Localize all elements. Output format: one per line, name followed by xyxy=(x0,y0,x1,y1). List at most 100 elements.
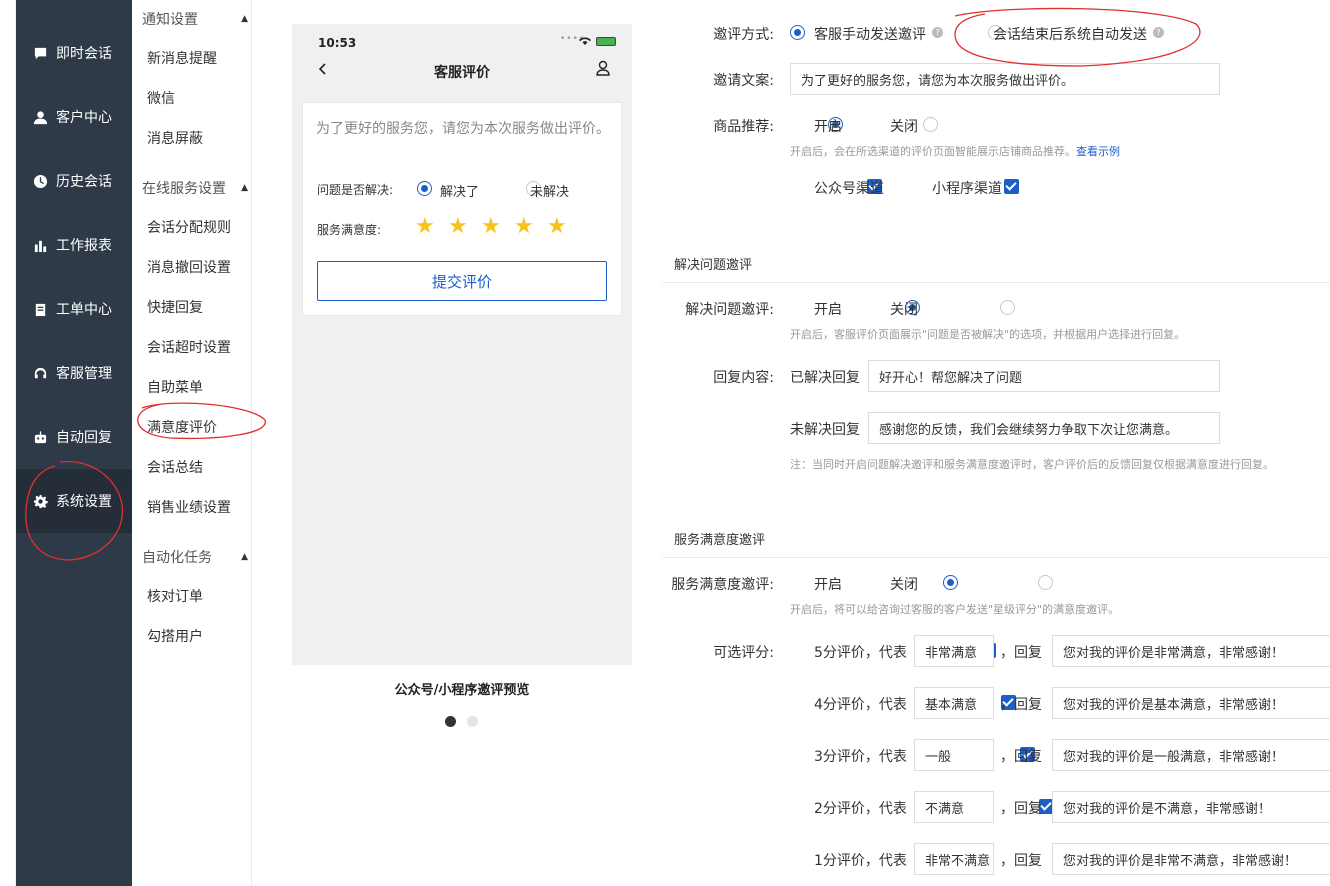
preview-caption: 公众号/小程序邀评预览 xyxy=(394,683,530,698)
score-5-name-input[interactable]: 非常满意 xyxy=(914,635,994,667)
score-1-prefix: 1分评价，代表 xyxy=(814,853,907,869)
star-icon[interactable]: ★ xyxy=(547,214,567,239)
sidebar-item-customers[interactable]: 客户中心 xyxy=(16,85,132,149)
star-icon[interactable]: ★ xyxy=(415,214,435,239)
subnav-item[interactable]: 微信 xyxy=(147,88,175,108)
robot-icon xyxy=(32,429,48,445)
preview-title: 客服评价 xyxy=(434,65,490,81)
subnav-item[interactable]: 会话分配规则 xyxy=(147,217,231,237)
sidebar-item-label: 即时会话 xyxy=(56,46,112,62)
sidebar-item-label: 系统设置 xyxy=(56,494,112,510)
score-4-prefix: 4分评价，代表 xyxy=(814,697,907,713)
chat-icon xyxy=(32,45,48,61)
wifi-icon xyxy=(579,37,591,45)
subnav-item[interactable]: 会话超时设置 xyxy=(147,337,231,357)
headset-icon xyxy=(32,365,48,381)
subnav-item[interactable]: 会话总结 xyxy=(147,457,203,477)
subnav-item[interactable]: 快捷回复 xyxy=(147,297,203,317)
carousel-dot[interactable] xyxy=(467,716,478,727)
sidebar-item-label: 工单中心 xyxy=(56,302,112,318)
score-5-reply-input[interactable]: 您对我的评价是非常满意，非常感谢！ xyxy=(1052,635,1330,667)
section-title-resolve: 解决问题邀评 xyxy=(674,258,753,273)
auto-invite-option: 会话结束后系统自动发送 xyxy=(993,27,1147,43)
sidebar-item-agents[interactable]: 客服管理 xyxy=(16,341,132,405)
profile-icon[interactable] xyxy=(595,59,611,77)
carousel-dot-active[interactable] xyxy=(445,716,456,727)
resolve-invite-label: 解决问题邀评: xyxy=(685,302,774,318)
left-edge-strip xyxy=(0,0,16,886)
sidebar-item-label: 历史会话 xyxy=(56,174,112,190)
preview-invite-text: 为了更好的服务您，请您为本次服务做出评价。 xyxy=(316,121,610,137)
sidebar-item-chat[interactable]: 即时会话 xyxy=(16,21,132,85)
score-1-reply-input[interactable]: 您对我的评价是非常不满意，非常感谢！ xyxy=(1052,843,1330,875)
resolve-hint: 开启后，客服评价页面展示"问题是否被解决"的选项，并根据用户选择进行回复。 xyxy=(790,328,1186,341)
satisfaction-hint: 开启后，将可以给咨询过客服的客户发送"星级评分"的满意度邀评。 xyxy=(790,603,1120,616)
score-3-prefix: 3分评价，代表 xyxy=(814,749,907,765)
satisfaction-off-radio[interactable] xyxy=(1038,575,1054,590)
subnav-group-notify[interactable]: 通知设置 ▲ xyxy=(142,9,248,29)
phone-nav-bar: 客服评价 xyxy=(292,54,632,88)
submit-rating-button[interactable]: 提交评价 xyxy=(317,261,607,301)
group-title: 在线服务设置 xyxy=(142,181,226,197)
invite-method-label: 邀评方式: xyxy=(713,27,774,43)
resolve-off-radio[interactable] xyxy=(999,300,1015,315)
phone-status-bar: 10:53 •••• xyxy=(292,24,632,54)
score-3-reply-input[interactable]: 您对我的评价是一般满意，非常感谢！ xyxy=(1052,739,1330,771)
reply-content-label: 回复内容: xyxy=(713,370,774,386)
reply-connector: ，回复 xyxy=(1000,749,1042,765)
score-4-name-input[interactable]: 基本满意 xyxy=(914,687,994,719)
reply-connector: ，回复 xyxy=(1000,697,1042,713)
help-icon[interactable]: ? xyxy=(1153,27,1164,38)
satisfaction-on-radio[interactable] xyxy=(943,575,959,590)
resolved-reply-input[interactable]: 好开心！帮您解决了问题 xyxy=(868,360,1220,392)
sidebar-item-label: 客户中心 xyxy=(56,110,112,126)
subnav-group-online[interactable]: 在线服务设置 ▲ xyxy=(142,178,248,198)
view-example-link[interactable]: 查看示例 xyxy=(1076,145,1120,158)
resolved-question: 问题是否解决: xyxy=(317,183,394,197)
invite-text-input[interactable]: 为了更好的服务您，请您为本次服务做出评价。 xyxy=(790,63,1220,95)
reply-connector: ，回复 xyxy=(1000,645,1042,661)
subnav-item[interactable]: 销售业绩设置 xyxy=(147,497,231,517)
rating-card: 为了更好的服务您，请您为本次服务做出评价。 问题是否解决: 解决了 未解决 服务… xyxy=(302,102,622,316)
unresolved-reply-input[interactable]: 感谢您的反馈，我们会继续努力争取下次让您满意。 xyxy=(868,412,1220,444)
off-label: 关闭 xyxy=(890,119,918,135)
section-title-satisfaction: 服务满意度邀评 xyxy=(674,533,766,548)
divider xyxy=(662,557,1330,558)
satisfaction-question: 服务满意度: xyxy=(317,223,382,237)
product-rec-off-radio[interactable] xyxy=(923,117,939,132)
sidebar-item-history[interactable]: 历史会话 xyxy=(16,149,132,213)
subnav-item[interactable]: 自助菜单 xyxy=(147,377,203,397)
subnav-item[interactable]: 消息撤回设置 xyxy=(147,257,231,277)
sidebar-item-auto-reply[interactable]: 自动回复 xyxy=(16,405,132,469)
score-2-reply-input[interactable]: 您对我的评价是不满意，非常感谢！ xyxy=(1052,791,1330,823)
star-icon[interactable]: ★ xyxy=(514,214,534,239)
group-title: 自动化任务 xyxy=(142,550,212,566)
resolved-option: 解决了 xyxy=(440,185,480,200)
off-label: 关闭 xyxy=(890,577,918,593)
resolved-radio[interactable] xyxy=(417,181,432,196)
score-1-name-input[interactable]: 非常不满意 xyxy=(914,843,994,875)
score-4-reply-input[interactable]: 您对我的评价是基本满意，非常感谢！ xyxy=(1052,687,1330,719)
subnav-item[interactable]: 勾搭用户 xyxy=(147,626,203,646)
subnav-item[interactable]: 消息屏蔽 xyxy=(147,128,203,148)
clipboard-icon xyxy=(32,301,48,317)
subnav-item-satisfaction-active[interactable]: 满意度评价 xyxy=(147,417,217,437)
on-label: 开启 xyxy=(814,577,842,593)
subnav-item[interactable]: 核对订单 xyxy=(147,586,203,606)
score-3-name-input[interactable]: 一般 xyxy=(914,739,994,771)
product-rec-hint: 开启后，会在所选渠道的评价页面智能展示店铺商品推荐。查看示例 xyxy=(790,145,1120,158)
star-icon[interactable]: ★ xyxy=(481,214,501,239)
sidebar-item-settings[interactable]: 系统设置 xyxy=(16,469,132,533)
sidebar-item-reports[interactable]: 工作报表 xyxy=(16,213,132,277)
off-label: 关闭 xyxy=(890,302,918,318)
subnav-item[interactable]: 新消息提醒 xyxy=(147,48,217,68)
channel-official-label: 公众号渠道 xyxy=(814,181,884,197)
subnav-group-automation[interactable]: 自动化任务 ▲ xyxy=(142,547,248,567)
help-icon[interactable]: ? xyxy=(932,27,943,38)
star-icon[interactable]: ★ xyxy=(448,214,468,239)
sidebar-item-tickets[interactable]: 工单中心 xyxy=(16,277,132,341)
manual-invite-radio[interactable] xyxy=(790,25,805,40)
sidebar-item-label: 自动回复 xyxy=(56,430,112,446)
channel-miniprogram-checkbox[interactable] xyxy=(1003,179,1019,194)
score-2-name-input[interactable]: 不满意 xyxy=(914,791,994,823)
